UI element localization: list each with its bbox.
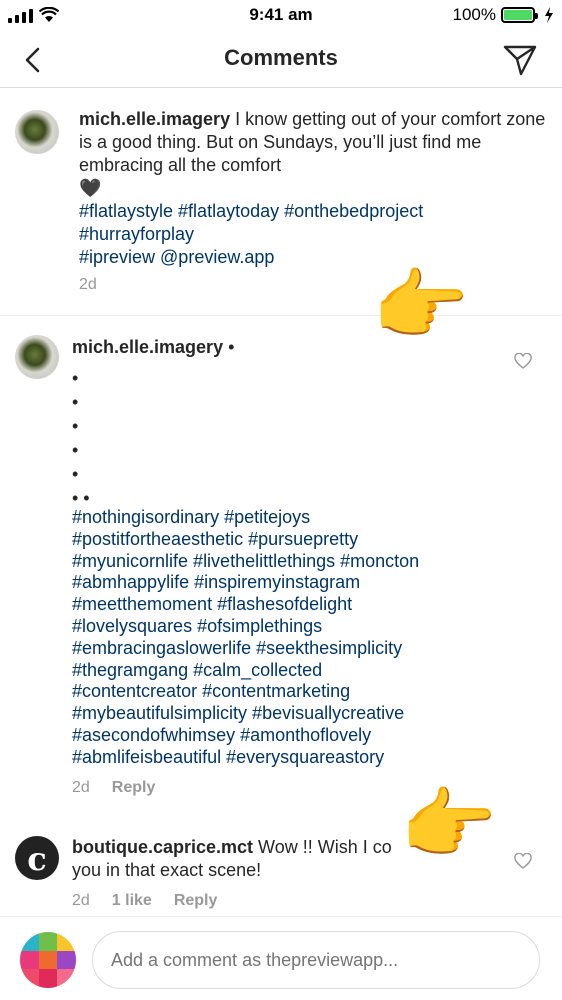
comment-meta: 2d Reply — [72, 779, 155, 797]
post-caption: mich.elle.imagery I know getting out of … — [0, 88, 562, 316]
comment-input[interactable] — [92, 931, 540, 989]
dot-line: • — [72, 464, 79, 484]
comment-meta: 2d 1 like Reply — [72, 892, 217, 910]
comment-dots: • • • • • • • — [72, 366, 90, 510]
comment-hashtags: #nothingisordinary #petitejoys #postitfo… — [72, 507, 419, 769]
comment-username[interactable]: mich.elle.imagery — [72, 337, 223, 357]
hashtag-line[interactable]: #myunicornlife #livethelittlethings #mon… — [72, 551, 419, 573]
pointing-hand-emoji: 👉 — [400, 780, 498, 868]
battery-percent: 100% — [452, 5, 496, 24]
caption-time: 2d — [79, 276, 97, 293]
caption-text: mich.elle.imagery I know getting out of … — [79, 108, 549, 269]
dot-line: • — [72, 440, 79, 460]
avatar[interactable] — [15, 110, 59, 154]
reply-button[interactable]: Reply — [112, 779, 156, 797]
comment-time: 2d — [72, 779, 90, 796]
hashtag-line[interactable]: #abmhappylife #inspiremyinstagram — [72, 572, 419, 594]
heart-outline-icon[interactable] — [514, 353, 532, 369]
black-heart-emoji: 🖤 — [79, 178, 102, 198]
hashtag-line[interactable]: #postitfortheaesthetic #pursuepretty — [72, 529, 419, 551]
hashtag-line[interactable]: #mybeautifulsimplicity #bevisuallycreati… — [72, 703, 419, 725]
comment-body: Wow !! Wish I co — [253, 837, 392, 857]
hashtag-line[interactable]: #meetthemoment #flashesofdelight — [72, 594, 419, 616]
paper-plane-icon[interactable] — [500, 40, 540, 78]
caption-meta: 2d — [79, 276, 97, 294]
dot-line: • — [72, 416, 79, 436]
hashtag-line[interactable]: #embracingaslowerlife #seekthesimplicity — [72, 638, 419, 660]
hashtag-line[interactable]: #nothingisordinary #petitejoys — [72, 507, 419, 529]
battery-icon — [501, 7, 538, 23]
caption-hashtags[interactable]: #ipreview @preview.app — [79, 247, 274, 267]
avatar[interactable]: c — [15, 836, 59, 880]
comment-time: 2d — [72, 892, 90, 909]
page-title: Comments — [224, 45, 338, 70]
avatar-letter: c — [27, 840, 47, 878]
pointing-hand-emoji: 👉 — [372, 261, 470, 349]
hashtag-line[interactable]: #asecondofwhimsey #amonthoflovely — [72, 725, 419, 747]
caption-hashtags[interactable]: #hurrayforplay — [79, 224, 194, 244]
reply-button[interactable]: Reply — [174, 892, 218, 910]
dot-line: • — [72, 392, 79, 412]
comment-dot: • — [228, 337, 235, 357]
hashtag-line[interactable]: #contentcreator #contentmarketing — [72, 681, 419, 703]
comment-composer — [0, 916, 562, 1000]
hashtag-line[interactable]: #thegramgang #calm_collected — [72, 660, 419, 682]
avatar[interactable] — [15, 335, 59, 379]
comment-header: mich.elle.imagery • — [72, 336, 234, 359]
navigation-bar: Comments — [0, 30, 562, 88]
dot-line: • — [72, 368, 79, 388]
hashtag-line[interactable]: #lovelysquares #ofsimplethings — [72, 616, 419, 638]
likes-count[interactable]: 1 like — [112, 892, 152, 910]
heart-outline-icon[interactable] — [514, 853, 532, 869]
caption-hashtags[interactable]: #flatlaystyle #flatlaytoday #onthebedpro… — [79, 201, 423, 221]
profile-avatar[interactable] — [20, 932, 76, 988]
battery-indicator: 100% — [453, 5, 554, 25]
caption-username[interactable]: mich.elle.imagery — [79, 109, 230, 129]
comment-body: you in that exact scene! — [72, 860, 262, 880]
status-bar: 9:41 am 100% — [0, 0, 562, 30]
charging-bolt-icon — [545, 7, 553, 23]
hashtag-line[interactable]: #abmlifeisbeautiful #everysquareastory — [72, 747, 419, 769]
comment-username[interactable]: boutique.caprice.mct — [72, 837, 253, 857]
